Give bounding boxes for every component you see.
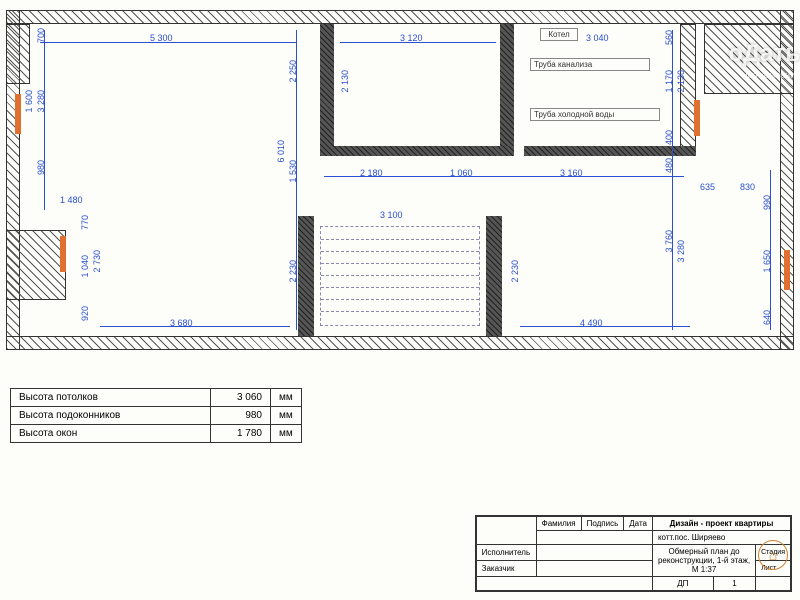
dim-3680: 3 680	[170, 318, 193, 328]
dim-1600: 1 600	[24, 90, 34, 113]
row-executor: Исполнитель	[476, 545, 536, 561]
dim-6010: 6 010	[276, 140, 286, 163]
dim-1170: 1 170	[664, 70, 674, 93]
drawing-title-2: реконструкции, 1-й этаж,	[658, 556, 750, 565]
row-unit: мм	[271, 407, 302, 425]
dim-700: 700	[36, 28, 46, 43]
title-block: Фамилия Подпись Дата Дизайн - проект ква…	[475, 515, 792, 592]
dim-770: 770	[80, 215, 90, 230]
col-family: Фамилия	[536, 517, 581, 531]
dim-1650: 1 650	[762, 250, 772, 273]
dim-830: 830	[740, 182, 755, 192]
block-left-top	[6, 24, 30, 84]
boiler-label: Котел	[540, 28, 578, 41]
dim-2130b: 2 130	[676, 70, 686, 93]
drawing-title-1: Обмерный план до	[658, 547, 750, 556]
dim-3280a: 3 280	[36, 90, 46, 113]
door-right-bottom	[784, 250, 790, 290]
dim-990: 990	[762, 195, 772, 210]
dim-1480: 1 480	[60, 195, 83, 205]
dim-560: 560	[664, 30, 674, 45]
dim-4490: 4 490	[580, 318, 603, 328]
row-label: Высота окон	[11, 425, 211, 443]
wall-utility-room	[524, 146, 696, 156]
border-bottom	[6, 336, 794, 350]
dim-2250: 2 250	[288, 60, 298, 83]
row-client: Заказчик	[476, 561, 536, 577]
table-row: Высота потолков 3 060 мм	[11, 389, 302, 407]
dimline-bottom	[100, 326, 290, 327]
dim-3280b: 3 280	[676, 240, 686, 263]
pipe-sewer-label: Труба канализа	[530, 58, 650, 71]
door-left-lower	[60, 236, 66, 272]
dim-3160: 3 160	[560, 168, 583, 178]
dim-3100: 3 100	[380, 210, 403, 220]
dim-1060: 1 060	[450, 168, 473, 178]
row-value: 3 060	[211, 389, 271, 407]
val-stage: ДП	[652, 577, 713, 591]
watermark-subtext: ная компания	[743, 70, 800, 80]
row-value: 980	[211, 407, 271, 425]
table-row: Высота подоконников 980 мм	[11, 407, 302, 425]
dim-2230a: 2 230	[288, 260, 298, 283]
wall-center-left	[320, 24, 334, 156]
door-left-mid	[15, 94, 21, 134]
dim-3040: 3 040	[586, 33, 609, 43]
border-top	[6, 10, 794, 24]
row-label: Высота потолков	[11, 389, 211, 407]
dim-635: 635	[700, 182, 715, 192]
dim-920: 920	[80, 306, 90, 321]
wall-stair-right	[486, 216, 502, 336]
heights-table: Высота потолков 3 060 мм Высота подоконн…	[10, 388, 302, 443]
dim-640: 640	[762, 310, 772, 325]
project-title: Дизайн - проект квартиры	[652, 517, 790, 531]
row-unit: мм	[271, 425, 302, 443]
staircase	[320, 226, 480, 326]
dimline-bottom2	[520, 326, 690, 327]
floor-plan-drawing: Котел Труба канализа Труба холодной воды…	[0, 0, 800, 600]
dim-480: 480	[664, 158, 674, 173]
val-sheet: 1	[713, 577, 755, 591]
col-date: Дата	[624, 517, 653, 531]
dim-1530: 1 530	[288, 160, 298, 183]
wall-center-bottom	[320, 146, 514, 156]
col-sign: Подпись	[581, 517, 624, 531]
dim-3120: 3 120	[400, 33, 423, 43]
door-right-top	[694, 100, 700, 136]
wall-stair-left	[298, 216, 314, 336]
wall-center-right	[500, 24, 514, 156]
pipe-cold-label: Труба холодной воды	[530, 108, 660, 121]
block-left-bottom	[6, 230, 66, 300]
dim-2180: 2 180	[360, 168, 383, 178]
dim-2130a: 2 130	[340, 70, 350, 93]
watermark-text: оДать	[728, 40, 800, 68]
row-label: Высота подоконников	[11, 407, 211, 425]
dim-400: 400	[664, 130, 674, 145]
dim-2730: 2 730	[92, 250, 102, 273]
dim-2230b: 2 230	[510, 260, 520, 283]
dimline-left1	[44, 30, 45, 210]
row-value: 1 780	[211, 425, 271, 443]
dim-5300: 5 300	[150, 33, 173, 43]
dim-980: 980	[36, 160, 46, 175]
company-stamp-icon: ⌂	[758, 540, 788, 570]
dim-1040: 1 040	[80, 255, 90, 278]
row-unit: мм	[271, 389, 302, 407]
table-row: Высота окон 1 780 мм	[11, 425, 302, 443]
drawing-scale: М 1:37	[658, 565, 750, 574]
dim-3760: 3 760	[664, 230, 674, 253]
